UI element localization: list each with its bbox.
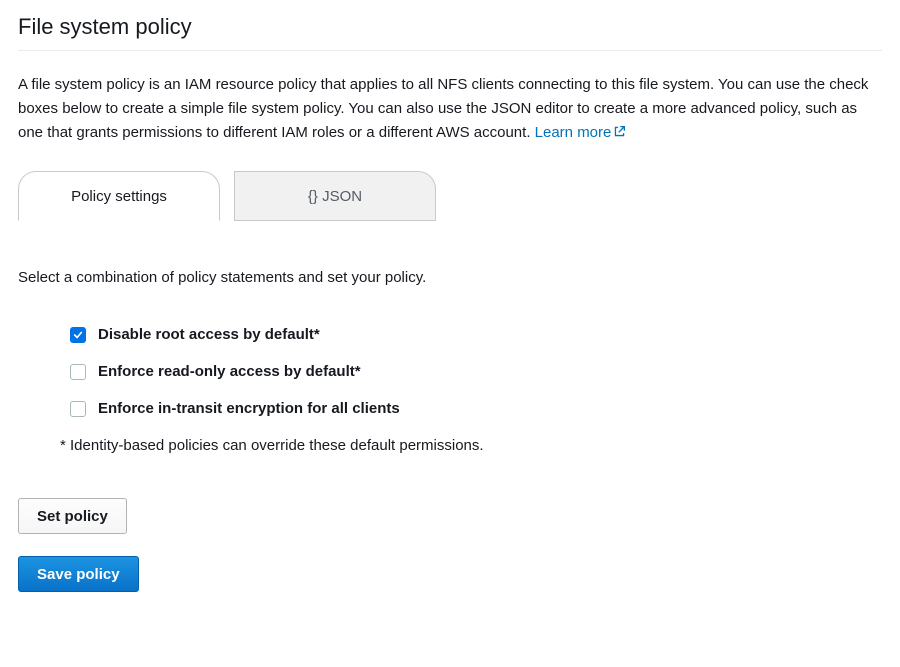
external-link-icon	[613, 125, 626, 138]
option-label[interactable]: Disable root access by default*	[98, 326, 320, 343]
checkmark-icon	[73, 330, 83, 340]
tab-label: Policy settings	[71, 188, 167, 205]
tab-bar: Policy settings {} JSON	[18, 171, 882, 221]
option-label[interactable]: Enforce read-only access by default*	[98, 363, 361, 380]
checkbox-read-only[interactable]	[70, 364, 86, 380]
tab-json[interactable]: {} JSON	[234, 171, 436, 221]
description-body: A file system policy is an IAM resource …	[18, 76, 868, 141]
tab-policy-settings[interactable]: Policy settings	[18, 171, 220, 221]
description-text: A file system policy is an IAM resource …	[18, 73, 882, 145]
save-policy-button[interactable]: Save policy	[18, 556, 139, 592]
checkbox-disable-root[interactable]	[70, 327, 86, 343]
checkbox-in-transit-encryption[interactable]	[70, 401, 86, 417]
tab-label: {} JSON	[308, 188, 362, 205]
instructions-text: Select a combination of policy statement…	[18, 269, 882, 286]
save-policy-row: Save policy	[18, 556, 882, 592]
divider	[18, 50, 882, 51]
policy-options: Disable root access by default* Enforce …	[18, 326, 882, 417]
option-read-only: Enforce read-only access by default*	[70, 363, 882, 380]
option-label[interactable]: Enforce in-transit encryption for all cl…	[98, 400, 400, 417]
set-policy-button[interactable]: Set policy	[18, 498, 127, 534]
page-title: File system policy	[18, 14, 882, 50]
learn-more-link[interactable]: Learn more	[535, 124, 627, 141]
footnote-text: * Identity-based policies can override t…	[18, 437, 882, 454]
option-in-transit-encryption: Enforce in-transit encryption for all cl…	[70, 400, 882, 417]
option-disable-root: Disable root access by default*	[70, 326, 882, 343]
set-policy-row: Set policy	[18, 498, 882, 534]
